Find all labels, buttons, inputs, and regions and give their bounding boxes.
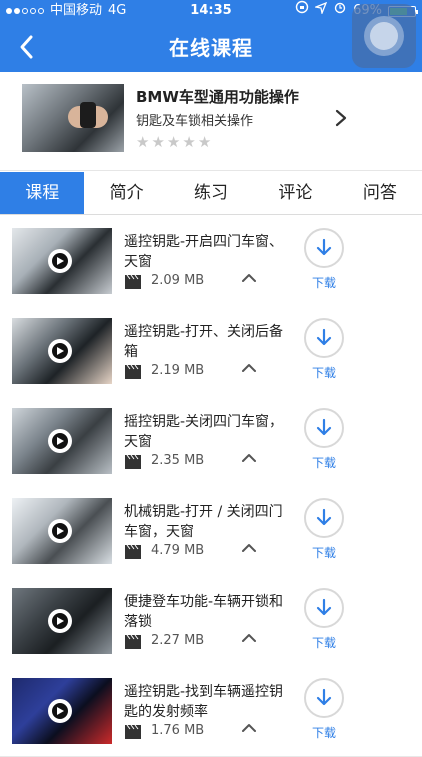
- download-button[interactable]: 下载: [302, 318, 346, 390]
- lesson-thumbnail[interactable]: [12, 588, 112, 654]
- course-card[interactable]: BMW车型通用功能操作 钥匙及车锁相关操作 ★ ★ ★ ★ ★: [0, 72, 422, 171]
- lesson-size: 2.19 MB: [151, 363, 205, 378]
- play-icon[interactable]: [48, 519, 72, 543]
- download-label: 下载: [311, 726, 336, 740]
- download-label: 下载: [311, 276, 336, 290]
- film-clapper-icon: [125, 634, 141, 649]
- lesson-size: 4.79 MB: [151, 543, 205, 558]
- tab-exercise[interactable]: 练习: [169, 172, 253, 214]
- download-circle: [304, 678, 344, 718]
- download-label: 下载: [311, 366, 336, 380]
- download-circle: [304, 228, 344, 268]
- lesson-thumbnail[interactable]: [12, 228, 112, 294]
- lesson-title: 遥控钥匙-打开、关闭后备箱: [124, 324, 284, 360]
- tab-comments[interactable]: 评论: [253, 172, 337, 214]
- download-arrow-icon: [316, 238, 332, 256]
- caret-up-icon[interactable]: [240, 452, 258, 464]
- caret-up-icon[interactable]: [240, 632, 258, 644]
- download-arrow-icon: [316, 688, 332, 706]
- download-circle: [304, 588, 344, 628]
- play-icon[interactable]: [48, 609, 72, 633]
- chevron-right-icon[interactable]: [334, 108, 348, 128]
- assistive-touch-button[interactable]: [352, 4, 416, 68]
- star-icon: ★: [197, 133, 212, 151]
- film-clapper-icon: [125, 544, 141, 559]
- download-button[interactable]: 下载: [302, 588, 346, 660]
- star-icon: ★: [166, 133, 181, 151]
- film-clapper-icon: [125, 364, 141, 379]
- film-clapper-icon: [125, 454, 141, 469]
- play-icon[interactable]: [48, 249, 72, 273]
- lesson-title: 机械钥匙-打开 / 关闭四门车窗，天窗: [124, 504, 283, 540]
- star-icon: ★: [136, 133, 150, 151]
- lesson-size: 1.76 MB: [151, 723, 205, 738]
- caret-up-icon[interactable]: [240, 272, 258, 284]
- star-icon: ★: [151, 133, 165, 151]
- course-rating: ★ ★ ★ ★ ★: [136, 133, 211, 151]
- caret-up-icon[interactable]: [240, 362, 258, 374]
- download-button[interactable]: 下载: [302, 408, 346, 480]
- download-arrow-icon: [316, 418, 332, 436]
- download-circle: [304, 318, 344, 358]
- course-subtitle: 钥匙及车锁相关操作: [136, 114, 254, 129]
- lesson-size: 2.35 MB: [151, 453, 205, 468]
- download-button[interactable]: 下载: [302, 228, 346, 300]
- tab-intro[interactable]: 简介: [84, 172, 168, 214]
- lesson-thumbnail[interactable]: [12, 318, 112, 384]
- caret-up-icon[interactable]: [240, 542, 258, 554]
- download-circle: [304, 408, 344, 448]
- lesson-size: 2.27 MB: [151, 633, 205, 648]
- play-icon[interactable]: [48, 339, 72, 363]
- download-button[interactable]: 下载: [302, 498, 346, 570]
- course-thumbnail: [22, 84, 124, 152]
- location-icon: [313, 0, 328, 22]
- download-circle: [304, 498, 344, 538]
- lesson-item[interactable]: 摇控钥匙-关闭四门车窗，天窗 2.35 MB 下载: [0, 396, 422, 487]
- lesson-item[interactable]: 便捷登车功能-车辆开锁和落锁 2.27 MB 下载: [0, 576, 422, 667]
- lesson-thumbnail[interactable]: [12, 498, 112, 564]
- tab-bar: 课程 简介 练习 评论 问答: [0, 172, 422, 215]
- tab-qa[interactable]: 问答: [338, 172, 422, 214]
- lesson-thumbnail[interactable]: [12, 408, 112, 474]
- film-clapper-icon: [125, 724, 141, 739]
- lesson-size: 2.09 MB: [151, 273, 205, 288]
- lesson-item[interactable]: 遥控钥匙-找到车辆遥控钥匙的发射频率 1.76 MB 下载: [0, 666, 422, 757]
- star-icon: ★: [182, 133, 196, 151]
- download-button[interactable]: 下载: [302, 678, 346, 750]
- lesson-thumbnail[interactable]: [12, 678, 112, 744]
- lesson-title: 摇控钥匙-关闭四门车窗，天窗: [124, 414, 284, 450]
- caret-up-icon[interactable]: [240, 722, 258, 734]
- download-arrow-icon: [316, 328, 332, 346]
- lesson-item[interactable]: 遥控钥匙-打开、关闭后备箱 2.19 MB 下载: [0, 306, 422, 397]
- lesson-title: 遥控钥匙-找到车辆遥控钥匙的发射频率: [124, 684, 284, 720]
- lesson-item[interactable]: 机械钥匙-打开 / 关闭四门车窗，天窗 4.79 MB 下载: [0, 486, 422, 577]
- download-label: 下载: [311, 456, 336, 470]
- tab-course[interactable]: 课程: [0, 172, 85, 214]
- alarm-icon: [333, 0, 347, 22]
- lesson-item[interactable]: 遥控钥匙-开启四门车窗、天窗 2.09 MB 下载: [0, 216, 422, 307]
- lesson-title: 便捷登车功能-车辆开锁和落锁: [124, 594, 284, 630]
- film-clapper-icon: [125, 274, 141, 289]
- course-title: BMW车型通用功能操作: [136, 88, 299, 106]
- rotation-lock-icon: [295, 0, 309, 22]
- download-label: 下载: [311, 546, 336, 560]
- download-arrow-icon: [316, 508, 332, 526]
- download-arrow-icon: [316, 598, 332, 616]
- lesson-title: 遥控钥匙-开启四门车窗、天窗: [124, 234, 284, 270]
- download-label: 下载: [311, 636, 336, 650]
- header: 中国移动 4G 14:35 69% 在线课程: [0, 0, 422, 72]
- play-icon[interactable]: [48, 429, 72, 453]
- play-icon[interactable]: [48, 699, 72, 723]
